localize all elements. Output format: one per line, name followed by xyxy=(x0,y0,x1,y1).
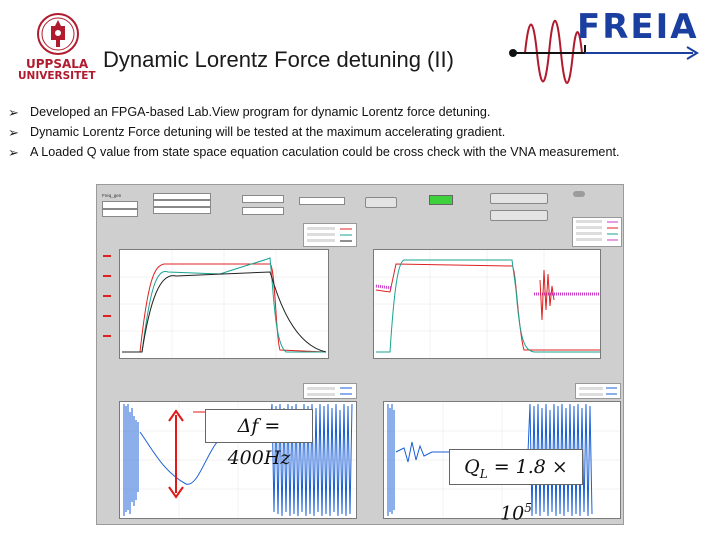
power-waveform-plot-right xyxy=(373,249,601,359)
uppsala-logo: UPPSALA UNIVERSITET xyxy=(18,12,102,82)
numeric-control[interactable] xyxy=(153,200,211,207)
calibrate-button[interactable] xyxy=(365,197,397,208)
university-name-line1: UPPSALA xyxy=(26,57,89,71)
loaded-q-annotation: QL = 1.8 × 105 xyxy=(449,449,583,524)
numeric-control[interactable] xyxy=(242,195,284,203)
freia-logo: FREIA xyxy=(505,5,710,95)
arrow-bullet-icon: ➢ xyxy=(8,125,19,140)
numeric-control[interactable] xyxy=(153,207,211,214)
delta-f-annotation: Δf = 400Hz xyxy=(205,409,313,469)
panel-button[interactable] xyxy=(490,193,548,204)
numeric-control[interactable] xyxy=(299,197,345,205)
numeric-control[interactable] xyxy=(102,201,138,209)
bullet-item: ➢ Developed an FPGA-based Lab.View progr… xyxy=(8,104,672,121)
bullet-text: A Loaded Q value from state space equati… xyxy=(30,145,620,159)
double-arrow-icon xyxy=(168,409,184,499)
bullet-list: ➢ Developed an FPGA-based Lab.View progr… xyxy=(8,104,672,164)
control-label: Freq_gen xyxy=(102,193,122,198)
plot-legend-bottom-right xyxy=(575,383,621,399)
arrow-bullet-icon: ➢ xyxy=(8,145,19,160)
status-indicator-led xyxy=(429,195,453,205)
uppsala-seal-icon xyxy=(37,13,79,55)
arrow-bullet-icon: ➢ xyxy=(8,105,19,120)
waveform-traces xyxy=(120,250,328,358)
y-axis-ticks-left xyxy=(101,249,117,357)
plot-legend-bottom-left xyxy=(303,383,357,399)
toggle-switch[interactable] xyxy=(573,191,585,197)
waveform-traces xyxy=(374,250,600,358)
loaded-q-base: Q xyxy=(464,456,480,478)
bullet-item: ➢ A Loaded Q value from state space equa… xyxy=(8,144,672,161)
loaded-q-subscript: L xyxy=(479,466,488,481)
numeric-control[interactable] xyxy=(102,209,138,217)
plot-legend-top-left xyxy=(303,223,357,247)
power-waveform-plot-left xyxy=(119,249,329,359)
bullet-text: Dynamic Lorentz Force detuning will be t… xyxy=(30,125,506,139)
bullet-item: ➢ Dynamic Lorentz Force detuning will be… xyxy=(8,124,672,141)
plot-legend-top-right xyxy=(572,217,622,247)
freia-logo-text: FREIA xyxy=(577,7,699,47)
loaded-q-exponent: 5 xyxy=(524,500,532,515)
numeric-control[interactable] xyxy=(242,207,284,215)
panel-button[interactable] xyxy=(490,210,548,221)
slide-title: Dynamic Lorentz Force detuning (II) xyxy=(103,47,454,72)
bullet-text: Developed an FPGA-based Lab.View program… xyxy=(30,105,491,119)
numeric-control[interactable] xyxy=(153,193,211,200)
university-name-line2: UNIVERSITET xyxy=(18,70,96,82)
labview-panel: Freq_gen Δf = 400Hz QL = 1.8 × 105 xyxy=(96,184,624,525)
